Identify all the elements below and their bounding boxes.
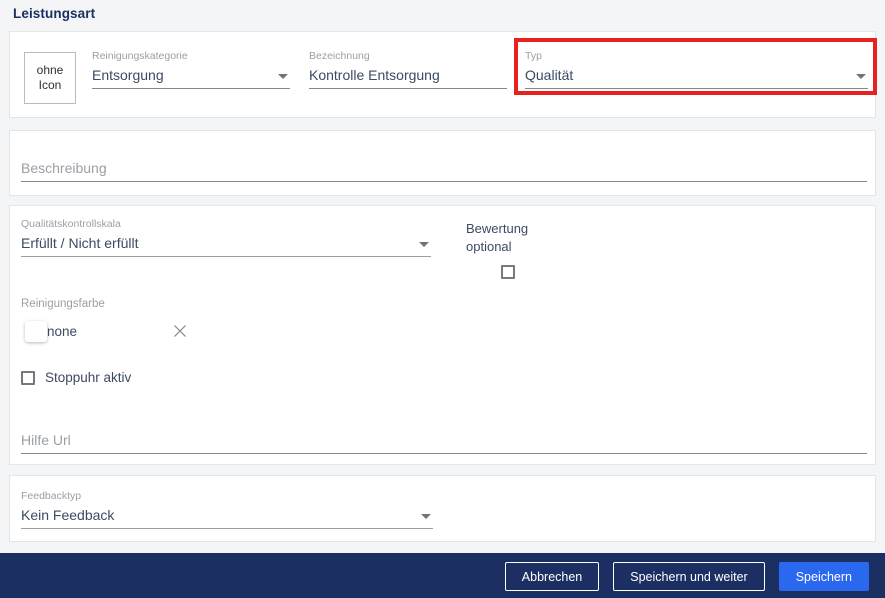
designation-underline: [309, 88, 507, 89]
stopwatch-active-checkbox[interactable]: [21, 370, 35, 385]
page-title: Leistungsart: [13, 6, 96, 21]
color-swatch-name: none: [47, 324, 78, 339]
save-and-continue-button[interactable]: Speichern und weiter: [613, 562, 765, 591]
description-placeholder: Beschreibung: [21, 160, 107, 176]
evaluation-optional-checkbox[interactable]: [501, 265, 515, 279]
footer-buttons: Abbrechen Speichern und weiter Speichern: [504, 562, 869, 591]
chevron-down-icon[interactable]: [278, 74, 288, 79]
description-field[interactable]: Beschreibung: [21, 155, 867, 182]
close-icon[interactable]: [171, 322, 189, 340]
type-value: Qualität: [525, 67, 574, 83]
feedback-type-field[interactable]: Feedbacktyp Kein Feedback: [21, 490, 433, 529]
color-swatch[interactable]: [25, 321, 47, 342]
cancel-button[interactable]: Abbrechen: [504, 562, 600, 591]
type-underline: [525, 88, 868, 89]
help-url-underline: [21, 453, 867, 454]
quality-scale-label: Qualitätskontrollskala: [21, 218, 121, 230]
save-button[interactable]: Speichern: [778, 562, 869, 591]
chevron-down-icon[interactable]: [421, 514, 431, 519]
cleaning-category-value: Entsorgung: [92, 67, 164, 83]
description-underline: [21, 181, 867, 182]
help-url-placeholder: Hilfe Url: [21, 432, 71, 448]
icon-placeholder-box[interactable]: ohne Icon: [24, 52, 76, 104]
chevron-down-icon[interactable]: [419, 242, 429, 247]
cleaning-category-label: Reinigungskategorie: [92, 50, 188, 62]
feedback-type-underline: [21, 528, 433, 529]
evaluation-checkbox-wrapper: [466, 265, 556, 279]
designation-field[interactable]: Bezeichnung Kontrolle Entsorgung: [309, 50, 507, 89]
page-root: Leistungsart ohne Icon Reinigungskategor…: [0, 0, 885, 598]
footer-action-bar: Abbrechen Speichern und weiter Speichern: [0, 553, 885, 598]
quality-scale-value: Erfüllt / Nicht erfüllt: [21, 235, 139, 251]
designation-value: Kontrolle Entsorgung: [309, 67, 440, 83]
quality-scale-field[interactable]: Qualitätskontrollskala Erfüllt / Nicht e…: [21, 218, 431, 257]
icon-placeholder-line1: ohne: [36, 63, 64, 77]
cleaning-color-label: Reinigungsfarbe: [21, 298, 105, 310]
type-label: Typ: [525, 50, 542, 62]
quality-scale-underline: [21, 256, 431, 257]
icon-placeholder-line2: Icon: [38, 78, 62, 92]
chevron-down-icon[interactable]: [856, 74, 866, 79]
page-header: Leistungsart: [0, 0, 885, 30]
cleaning-color-row: none: [21, 319, 186, 347]
type-field[interactable]: Typ Qualität: [525, 50, 868, 89]
evaluation-label-line2: optional: [466, 239, 512, 254]
designation-label: Bezeichnung: [309, 50, 370, 62]
evaluation-optional-group: Bewertung optional: [466, 220, 556, 279]
cleaning-color-group: Reinigungsfarbe none: [21, 298, 186, 347]
help-url-field[interactable]: Hilfe Url: [21, 427, 867, 454]
stopwatch-active-row[interactable]: Stoppuhr aktiv: [21, 370, 131, 385]
cleaning-category-field[interactable]: Reinigungskategorie Entsorgung: [92, 50, 290, 89]
stopwatch-active-label: Stoppuhr aktiv: [45, 370, 132, 385]
feedback-type-value: Kein Feedback: [21, 507, 115, 523]
cleaning-category-underline: [92, 88, 290, 89]
feedback-type-label: Feedbacktyp: [21, 490, 82, 502]
evaluation-label-line1: Bewertung: [466, 221, 529, 236]
